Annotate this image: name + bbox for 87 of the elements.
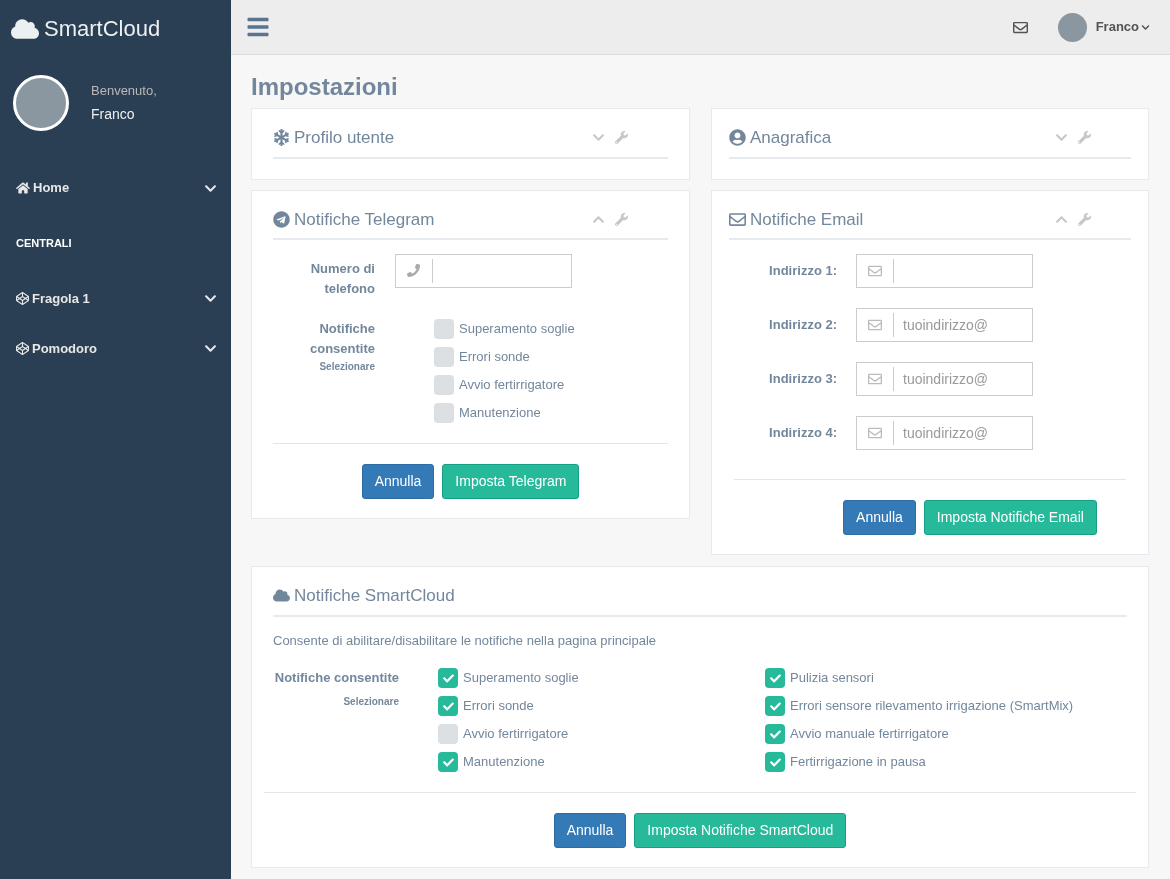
checkbox[interactable] xyxy=(765,668,785,688)
menu-item[interactable]: Pomodoro xyxy=(0,323,231,374)
wrench-icon[interactable] xyxy=(615,131,628,145)
envelope-icon xyxy=(868,426,882,440)
menu-icon[interactable] xyxy=(246,15,270,39)
panel-title: Notifiche Telegram xyxy=(294,208,435,231)
checkbox[interactable] xyxy=(434,403,454,423)
checkbox[interactable] xyxy=(438,724,458,744)
email-field[interactable] xyxy=(856,254,1033,288)
email-field[interactable]: tuoindirizzo@ xyxy=(856,308,1033,342)
envelope-icon xyxy=(868,372,882,386)
submit-button[interactable]: Imposta Notifiche Email xyxy=(923,500,1097,535)
checkbox[interactable] xyxy=(434,375,454,395)
checkbox-label: Avvio fertirrigatore xyxy=(463,725,569,744)
phone-icon xyxy=(407,264,420,277)
cancel-button[interactable]: Annulla xyxy=(553,813,627,848)
field-label: Notifiche consentite xyxy=(274,669,399,687)
paper-plane-icon xyxy=(273,210,290,228)
envelope-icon xyxy=(868,318,882,332)
panel-title: Profilo utente xyxy=(294,127,395,149)
description-text: Consente di abilitare/disabilitare le notifiche nella pagina principale xyxy=(273,631,658,650)
checkbox-label: Pulizia sensori xyxy=(790,669,874,688)
cancel-button[interactable]: Annulla xyxy=(843,500,916,535)
wrench-icon[interactable] xyxy=(1078,131,1091,145)
checkbox-label: Avvio fertirrigatore xyxy=(459,376,565,395)
avatar xyxy=(13,75,69,131)
check-icon xyxy=(769,672,781,684)
checkbox-label: Manutenzione xyxy=(459,404,541,423)
check-icon xyxy=(769,756,781,768)
field-label: Indirizzo 4: xyxy=(768,424,838,443)
wrench-icon[interactable] xyxy=(615,212,628,226)
page-title: Impostazioni xyxy=(251,75,399,99)
panel-title: Notifiche SmartCloud xyxy=(294,585,455,607)
checkbox[interactable] xyxy=(765,724,785,744)
checkbox[interactable] xyxy=(765,752,785,772)
field-label: Indirizzo 3: xyxy=(768,370,838,389)
user-avatar[interactable] xyxy=(1057,12,1087,42)
checkbox[interactable] xyxy=(438,696,458,716)
snowflake-icon xyxy=(273,129,290,147)
hint-text: Selezionare xyxy=(319,360,375,374)
checkbox-label: Errori sensore rilevamento irrigazione (SmartMix) xyxy=(790,697,1074,716)
hint-text: Selezionare xyxy=(343,694,399,709)
checkbox-label: Errori sonde xyxy=(463,697,534,716)
email-field[interactable]: tuoindirizzo@ xyxy=(856,416,1033,450)
home-icon xyxy=(16,181,30,195)
submit-button[interactable]: Imposta Notifiche SmartCloud xyxy=(634,813,847,848)
checkbox-label: Superamento soglie xyxy=(463,669,579,688)
check-icon xyxy=(442,700,454,712)
checkbox-label: Superamento soglie xyxy=(459,320,575,339)
checkbox[interactable] xyxy=(434,347,454,367)
check-icon xyxy=(769,700,781,712)
check-icon xyxy=(442,672,454,684)
checkbox-label: Manutenzione xyxy=(463,753,545,772)
phone-field[interactable] xyxy=(395,254,572,288)
submit-button[interactable]: Imposta Telegram xyxy=(442,464,580,499)
user-menu[interactable]: Franco xyxy=(1095,17,1150,37)
menu-item[interactable]: Fragola 1 xyxy=(0,273,231,324)
menu-item[interactable]: Home xyxy=(0,163,231,213)
panel-title: Notifiche Email xyxy=(750,208,864,231)
checkbox[interactable] xyxy=(765,696,785,716)
envelope-icon xyxy=(868,264,882,278)
checkbox[interactable] xyxy=(434,319,454,339)
checkbox[interactable] xyxy=(438,668,458,688)
user-name: Franco xyxy=(91,105,136,125)
checkbox-label: Fertirrigazione in pausa xyxy=(790,753,926,772)
field-label: Indirizzo 1: xyxy=(768,262,838,281)
welcome-text: Benvenuto, xyxy=(91,81,157,100)
cancel-button[interactable]: Annulla xyxy=(361,464,435,499)
cube-icon xyxy=(16,342,29,355)
field-label: Indirizzo 2: xyxy=(768,316,838,335)
checkbox[interactable] xyxy=(438,752,458,772)
check-icon xyxy=(442,756,454,768)
checkbox-label: Errori sonde xyxy=(459,348,530,367)
wrench-icon[interactable] xyxy=(1078,212,1091,226)
section-heading: CENTRALI xyxy=(15,236,73,251)
chevron-down-icon xyxy=(1141,22,1150,32)
checkbox-label: Avvio manuale fertirrigatore xyxy=(790,725,949,744)
cube-icon xyxy=(16,292,29,305)
mail-icon[interactable] xyxy=(1012,19,1028,35)
field-label: Notifiche consentite xyxy=(309,320,375,358)
user-icon xyxy=(729,129,746,147)
panel-title: Anagrafica xyxy=(750,127,832,149)
brand-name[interactable]: SmartCloud xyxy=(44,12,161,45)
email-field[interactable]: tuoindirizzo@ xyxy=(856,362,1033,396)
field-label: Numero di telefono xyxy=(309,260,376,298)
envelope-icon xyxy=(729,210,746,228)
check-icon xyxy=(769,728,781,740)
